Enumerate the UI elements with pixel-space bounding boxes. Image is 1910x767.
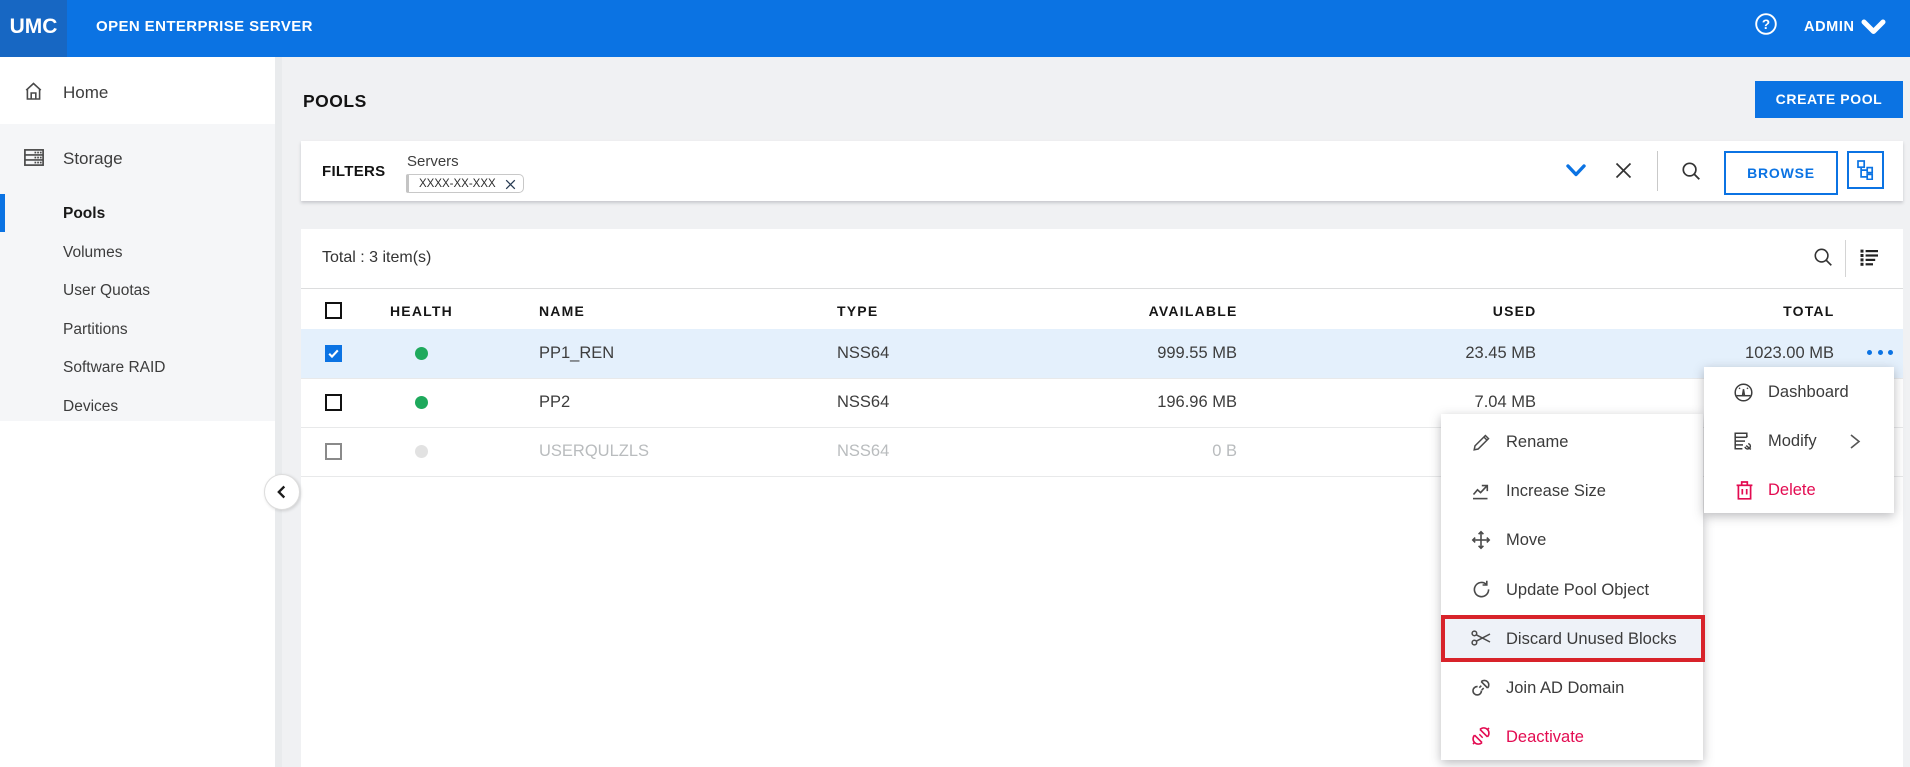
svg-text:?: ? — [1762, 17, 1770, 32]
